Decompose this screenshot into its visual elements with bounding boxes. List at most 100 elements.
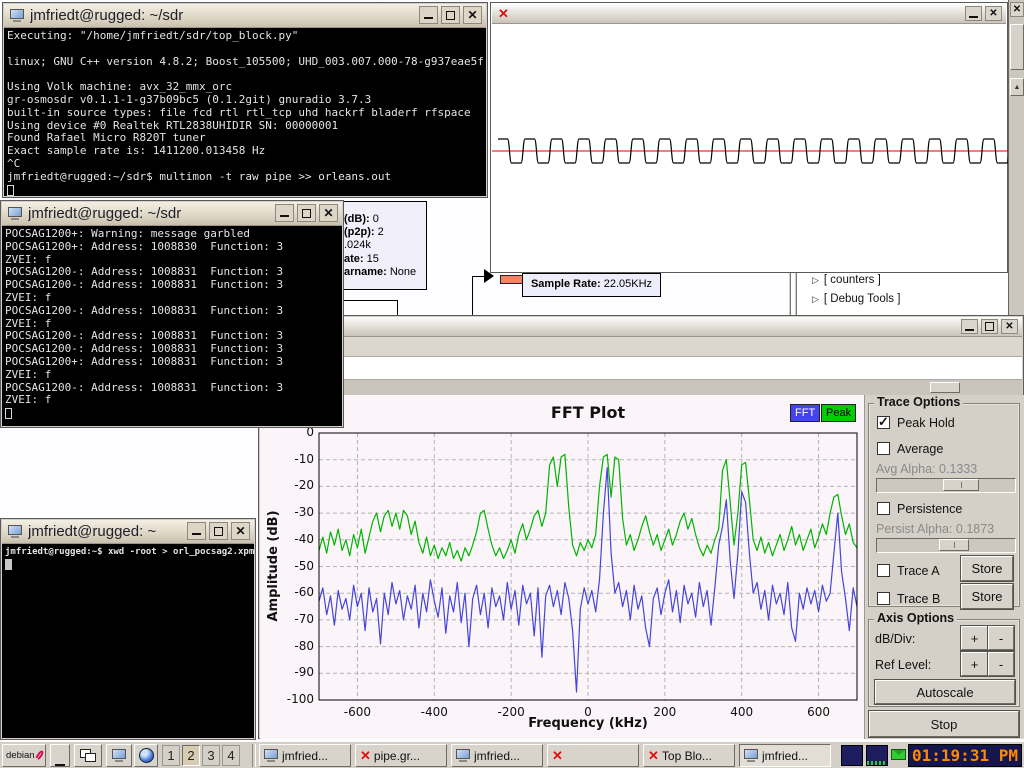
scope-titlebar[interactable]: ✕ ✕ — [492, 4, 1006, 24]
window-title: jmfriedt@rugged: ~ — [28, 523, 156, 540]
minimize-button[interactable] — [965, 6, 982, 21]
workspace-button-2[interactable]: 2 — [182, 745, 200, 766]
minimize-button[interactable] — [275, 204, 294, 222]
task-button-2[interactable]: jmfried... — [451, 744, 543, 767]
task-button-3[interactable]: ✕ — [547, 744, 639, 767]
terminal-titlebar[interactable]: jmfriedt@rugged: ~/sdr ✕ — [2, 202, 342, 226]
terminal-content[interactable]: POCSAG1200+: Warning: message garbledPOC… — [2, 226, 342, 426]
expander-icon[interactable]: ▷ — [812, 294, 819, 304]
peak-hold-option[interactable]: Peak Hold — [877, 416, 955, 430]
grc-throttle-value: 22.05KHz — [601, 278, 652, 290]
x-tick-label: 600 — [791, 705, 847, 719]
task-button-5[interactable]: jmfried... — [739, 744, 831, 767]
trace-a-option[interactable]: Trace A — [877, 564, 940, 578]
slider-thumb[interactable] — [943, 479, 979, 491]
group-title: Axis Options — [874, 611, 957, 625]
persistence-checkbox[interactable] — [877, 502, 890, 515]
scroll-up-button[interactable]: ▲ — [1010, 78, 1024, 96]
clock[interactable]: 01:19:31 PM — [908, 744, 1022, 767]
browser-launcher-button[interactable] — [134, 744, 158, 767]
maximize-button[interactable] — [297, 204, 316, 222]
pager-applet[interactable] — [841, 745, 863, 766]
autoscale-button[interactable]: Autoscale — [875, 680, 1015, 704]
terminal-launcher-button[interactable] — [106, 744, 132, 767]
y-tick-label: -10 — [274, 452, 314, 466]
store-a-button[interactable]: Store — [961, 556, 1013, 581]
minimize-all-icon — [55, 760, 65, 766]
close-button[interactable]: ✕ — [231, 522, 250, 540]
close-button[interactable]: ✕ — [463, 6, 482, 24]
ref-level-label: Ref Level: — [875, 658, 931, 672]
workspace-button-4[interactable]: 4 — [222, 745, 240, 766]
terminal-titlebar[interactable]: jmfriedt@rugged: ~ ✕ — [2, 520, 254, 544]
average-option[interactable]: Average — [877, 442, 943, 456]
slider-thumb[interactable] — [939, 539, 969, 551]
close-button[interactable]: ✕ — [1001, 319, 1018, 334]
stop-button[interactable]: Stop — [869, 711, 1019, 737]
task-button-0[interactable]: jmfried... — [259, 744, 351, 767]
fft-chart — [260, 395, 864, 739]
store-b-button[interactable]: Store — [961, 584, 1013, 609]
grc-input-port[interactable] — [500, 275, 523, 284]
mail-applet[interactable] — [891, 749, 906, 760]
show-desktop-button[interactable] — [50, 744, 70, 767]
trace-a-checkbox[interactable] — [877, 564, 890, 577]
workspace-button-1[interactable]: 1 — [162, 745, 180, 766]
terminal-content[interactable]: Executing: "/home/jmfriedt/sdr/top_block… — [4, 28, 486, 196]
ref-level-minus-button[interactable]: - — [988, 652, 1014, 676]
minimize-button[interactable] — [419, 6, 438, 24]
task-button-4[interactable]: ✕Top Blo... — [643, 744, 735, 767]
arrow-up-icon: ▲ — [1014, 84, 1021, 91]
average-checkbox[interactable] — [877, 442, 890, 455]
ref-level-plus-button[interactable]: + — [961, 652, 988, 676]
terminal-line: gr-osmosdr v0.1.1-1-g37b09bc5 (0.1.2git)… — [7, 94, 483, 107]
window-list-button[interactable] — [74, 744, 102, 767]
grc-splitter[interactable] — [787, 271, 800, 317]
fft-scroll-strip — [260, 380, 1022, 395]
window-title: jmfriedt@rugged: ~/sdr — [30, 7, 183, 24]
minimize-button[interactable] — [187, 522, 206, 540]
persist-alpha-slider[interactable] — [876, 538, 1016, 553]
taskbar-separator — [252, 744, 256, 767]
terminal-content[interactable]: jmfriedt@rugged:~$ xwd -root > orl_pocsa… — [2, 544, 254, 738]
system-monitor-applet[interactable] — [866, 745, 888, 766]
terminal-icon — [112, 749, 127, 762]
terminal-titlebar[interactable]: jmfriedt@rugged: ~/sdr ✕ — [4, 4, 486, 28]
grc-block-property: ate: 15 — [344, 253, 426, 266]
scrollbar-thumb[interactable] — [930, 382, 960, 393]
start-menu-button[interactable]: debian — [2, 744, 46, 767]
x-tick-label: 400 — [714, 705, 770, 719]
y-tick-label: -20 — [274, 478, 314, 492]
taskbar: debian 1234 jmfried...✕pipe.gr...jmfried… — [0, 741, 1024, 768]
terminal-line: Executing: "/home/jmfriedt/sdr/top_block… — [7, 30, 483, 43]
scope-window: ✕ ✕ — [490, 2, 1008, 273]
task-label: pipe.gr... — [374, 749, 420, 763]
close-button[interactable]: ✕ — [319, 204, 338, 222]
maximize-button[interactable] — [209, 522, 228, 540]
expander-icon[interactable]: ▷ — [812, 275, 819, 285]
fft-titlebar[interactable]: Top Block ✕ — [260, 317, 1022, 337]
grc-block-partial — [340, 300, 398, 316]
db-div-plus-button[interactable]: + — [961, 626, 988, 650]
close-button[interactable]: ✕ — [1010, 2, 1024, 17]
close-button[interactable]: ✕ — [985, 6, 1002, 21]
scrollbar-thumb[interactable] — [1010, 24, 1024, 70]
grc-throttle-block[interactable]: Sample Rate: 22.05KHz — [522, 273, 661, 297]
db-div-minus-button[interactable]: - — [988, 626, 1014, 650]
maximize-button[interactable] — [981, 319, 998, 334]
task-button-1[interactable]: ✕pipe.gr... — [355, 744, 447, 767]
trace-b-option[interactable]: Trace B — [877, 592, 940, 606]
trace-b-checkbox[interactable] — [877, 592, 890, 605]
workspace-button-3[interactable]: 3 — [202, 745, 220, 766]
peak-hold-checkbox[interactable] — [877, 416, 890, 429]
grc-fft-sink-block[interactable]: (dB): 0(p2p): 2.024kate: 15arname: None — [331, 201, 427, 290]
maximize-button[interactable] — [441, 6, 460, 24]
minimize-button[interactable] — [961, 319, 978, 334]
tree-item-counters[interactable]: ▷[ counters ] — [812, 274, 881, 286]
persistence-option[interactable]: Persistence — [877, 502, 962, 516]
task-label: jmfried... — [762, 749, 808, 763]
tree-item-debug-tools[interactable]: ▷[ Debug Tools ] — [812, 293, 900, 305]
y-tick-label: -80 — [274, 639, 314, 653]
x-tick-label: -200 — [483, 705, 539, 719]
avg-alpha-slider[interactable] — [876, 478, 1016, 493]
